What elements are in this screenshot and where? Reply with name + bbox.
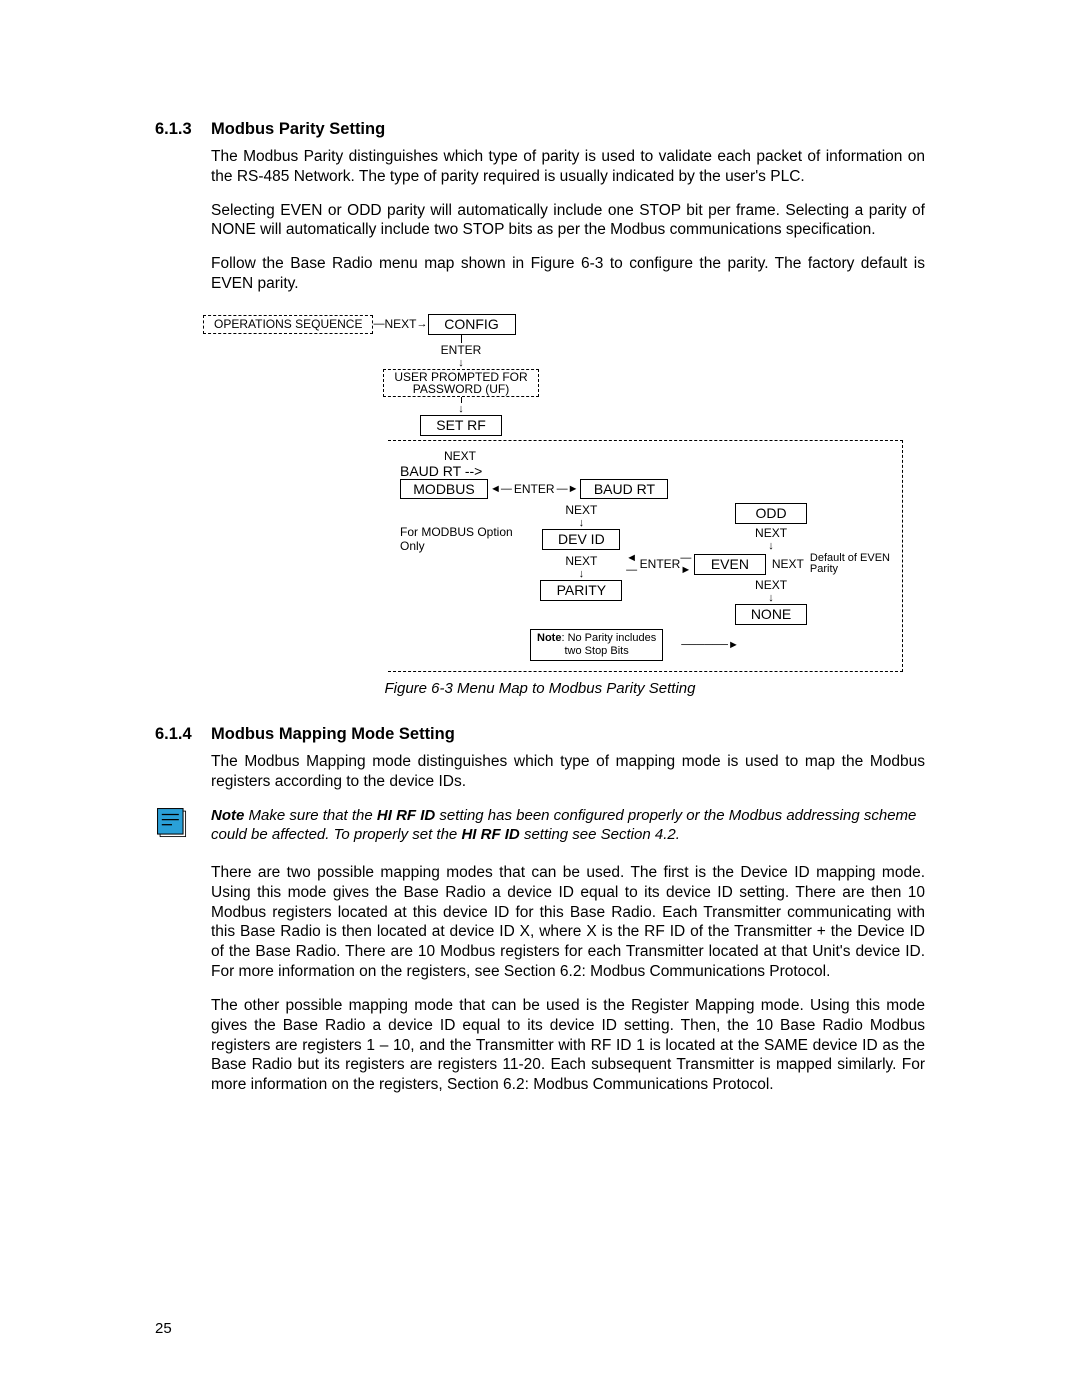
arrow-label-next: NEXT bbox=[755, 526, 787, 540]
parity-box: PARITY bbox=[540, 580, 622, 601]
default-even-label: Default of EVEN Parity bbox=[810, 553, 890, 575]
operations-sequence-box: OPERATIONS SEQUENCE bbox=[203, 315, 373, 333]
set-rf-box: SET RF bbox=[420, 415, 502, 436]
note-icon bbox=[155, 806, 189, 840]
paragraph: Follow the Base Radio menu map shown in … bbox=[211, 254, 925, 294]
modbus-option-label: For MODBUS Option Only bbox=[400, 503, 532, 553]
section-6.1.3-heading: 6.1.3 Modbus Parity Setting bbox=[155, 120, 925, 139]
note-block: Note Make sure that the HI RF ID setting… bbox=[155, 806, 925, 845]
baud-rt-box: BAUD RT bbox=[580, 479, 668, 500]
modbus-box: MODBUS bbox=[400, 479, 488, 500]
odd-box: ODD bbox=[735, 503, 807, 524]
dev-id-box: DEV ID bbox=[542, 529, 620, 550]
paragraph: Selecting EVEN or ODD parity will automa… bbox=[211, 201, 925, 241]
even-box: EVEN bbox=[694, 554, 766, 575]
password-box: USER PROMPTED FOR PASSWORD (UF) bbox=[383, 369, 538, 397]
none-box: NONE bbox=[735, 604, 807, 625]
section-number: 6.1.4 bbox=[155, 725, 211, 744]
section-6.1.4-heading: 6.1.4 Modbus Mapping Mode Setting bbox=[155, 725, 925, 744]
paragraph: The other possible mapping mode that can… bbox=[211, 996, 925, 1095]
arrow-label-enter: ENTER bbox=[640, 557, 681, 571]
arrow-label-next: NEXT bbox=[384, 317, 416, 331]
arrow-label-next: NEXT bbox=[444, 449, 890, 463]
config-box: CONFIG bbox=[428, 314, 516, 335]
figure-caption: Figure 6-3 Menu Map to Modbus Parity Set… bbox=[155, 680, 925, 697]
menu-map-diagram: OPERATIONS SEQUENCE — NEXT → CONFIG ENTE… bbox=[203, 314, 903, 672]
note-text: Note Make sure that the HI RF ID setting… bbox=[211, 806, 925, 845]
paragraph: The Modbus Parity distinguishes which ty… bbox=[211, 147, 925, 187]
paragraph: The Modbus Mapping mode distinguishes wh… bbox=[211, 752, 925, 792]
arrow-label-next: NEXT bbox=[772, 557, 804, 571]
section-title: Modbus Mapping Mode Setting bbox=[211, 725, 455, 744]
page-number: 25 bbox=[155, 1320, 172, 1337]
arrow-label-next: NEXT bbox=[565, 554, 597, 568]
section-number: 6.1.3 bbox=[155, 120, 211, 139]
arrow-label-enter: ENTER bbox=[441, 343, 482, 357]
section-title: Modbus Parity Setting bbox=[211, 120, 385, 139]
arrow-label-next: NEXT bbox=[755, 578, 787, 592]
arrow-label-enter: ENTER bbox=[514, 482, 555, 496]
arrow-label-next: NEXT bbox=[565, 503, 597, 517]
paragraph: There are two possible mapping modes tha… bbox=[211, 863, 925, 982]
note-no-parity: Note: No Parity includes two Stop Bits bbox=[530, 629, 663, 661]
